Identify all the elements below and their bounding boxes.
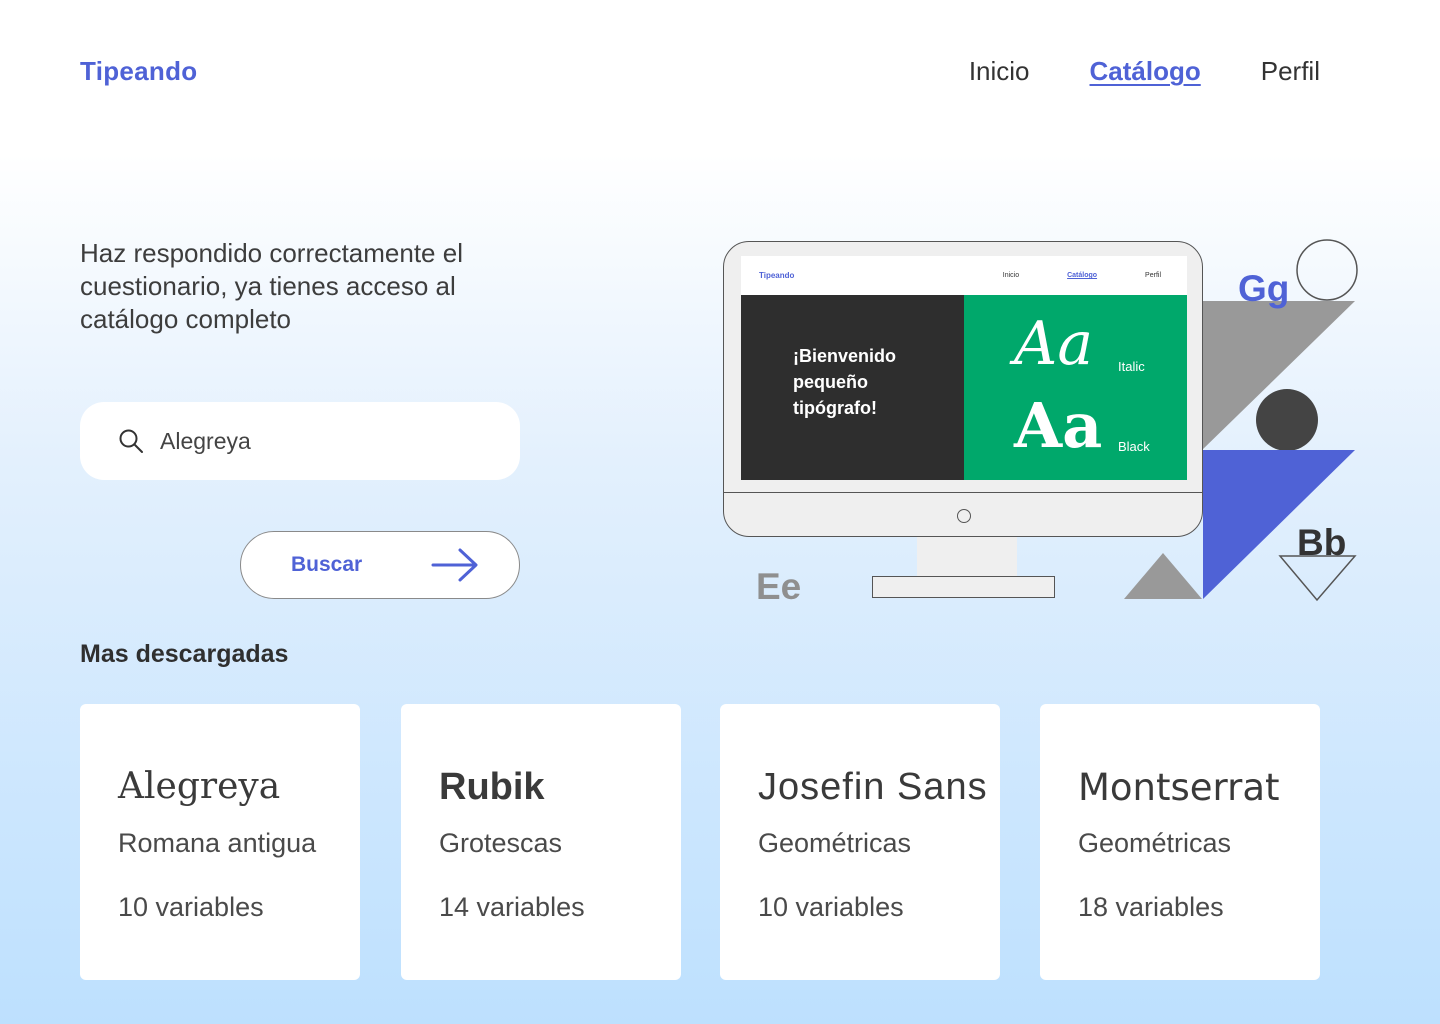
monitor-divider: [724, 492, 1202, 493]
hero-illustration: Tipeando Inicio Catálogo Perfil ¡Bienven…: [700, 230, 1400, 620]
font-category: Romana antigua: [118, 828, 317, 858]
nav-catalogo[interactable]: Catálogo: [1090, 56, 1201, 87]
logo[interactable]: Tipeando: [80, 56, 197, 87]
welcome-panel: ¡Bienvenido pequeño tipógrafo!: [741, 295, 964, 480]
search-button[interactable]: Buscar: [240, 531, 520, 599]
nav-inicio[interactable]: Inicio: [969, 56, 1030, 87]
italic-sample: Aa: [1014, 309, 1094, 379]
font-card[interactable]: Josefin Sans Geométricas 10 variables: [720, 704, 1000, 980]
font-category: Grotescas: [439, 828, 563, 858]
search-button-label: Buscar: [291, 553, 363, 576]
main-nav: Inicio Catálogo Perfil: [969, 56, 1320, 87]
font-name: Montserrat: [1078, 766, 1280, 809]
outline-circle: [1296, 239, 1358, 301]
font-name: Josefin Sans: [758, 766, 988, 808]
font-category: Geométricas: [758, 828, 912, 858]
screen-nav-catalogo: Catálogo: [1067, 272, 1098, 279]
font-name: Alegreya: [118, 766, 281, 807]
font-variables: 10 variables: [118, 892, 264, 922]
monitor: Tipeando Inicio Catálogo Perfil ¡Bienven…: [723, 241, 1203, 537]
section-title: Mas descargadas: [80, 640, 289, 668]
search-input[interactable]: [160, 427, 480, 455]
font-card[interactable]: Rubik Grotescas 14 variables: [401, 704, 681, 980]
font-name: Rubik: [439, 766, 545, 808]
font-category: Geométricas: [1078, 828, 1232, 858]
monitor-screen: Tipeando Inicio Catálogo Perfil ¡Bienven…: [741, 256, 1187, 480]
letter-gg: Gg: [1238, 268, 1290, 309]
letter-ee: Ee: [756, 566, 802, 607]
black-label: Black: [1118, 439, 1150, 454]
search-icon: [119, 429, 143, 453]
welcome-text: ¡Bienvenido pequeño tipógrafo!: [793, 346, 897, 418]
dark-circle: [1256, 389, 1318, 451]
nav-perfil[interactable]: Perfil: [1261, 56, 1320, 87]
black-sample: Aa: [1014, 389, 1103, 462]
type-sample-panel: Aa Italic Aa Black: [964, 295, 1187, 480]
font-variables: 14 variables: [439, 892, 585, 922]
small-gray-triangle: [1124, 553, 1202, 599]
arrow-right-icon: [431, 548, 478, 582]
font-card[interactable]: Alegreya Romana antigua 10 variables: [80, 704, 360, 980]
font-variables: 18 variables: [1078, 892, 1224, 922]
italic-label: Italic: [1118, 359, 1145, 374]
screen-nav-inicio: Inicio: [1002, 272, 1020, 279]
success-message: Haz respondido correctamente el cuestion…: [80, 238, 463, 334]
letter-bb: Bb: [1297, 522, 1347, 563]
monitor-stand: [917, 537, 1017, 577]
screen-logo: Tipeando: [759, 271, 795, 280]
font-cards: Alegreya Romana antigua 10 variables Rub…: [80, 704, 1320, 980]
monitor-base: [872, 576, 1055, 598]
font-variables: 10 variables: [758, 892, 904, 922]
power-button-icon: [957, 509, 971, 523]
font-card[interactable]: Montserrat Geométricas 18 variables: [1040, 704, 1320, 980]
screen-nav-perfil: Perfil: [1145, 272, 1161, 279]
screen-nav: Tipeando Inicio Catálogo Perfil: [741, 256, 1187, 295]
search-box[interactable]: [80, 402, 520, 480]
